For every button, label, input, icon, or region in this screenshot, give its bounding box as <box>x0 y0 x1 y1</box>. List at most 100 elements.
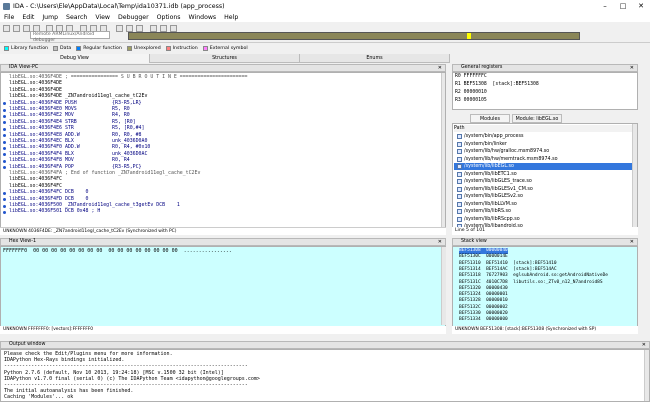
module-item[interactable]: /system/lib/hw/memtrack.msm8974.so <box>454 156 637 163</box>
general-registers[interactable]: R0 FFFFFFFC R1 BEF51308 [stack]:BEF51308… <box>452 72 638 110</box>
modules-header-path[interactable]: Path <box>454 125 637 132</box>
module-item[interactable]: /system/lib/libEGL.so <box>454 163 637 170</box>
close-icon[interactable]: ✕ <box>630 65 634 71</box>
breakpoint-dot-icon[interactable] <box>3 146 6 150</box>
breakpoint-dot-icon[interactable] <box>3 114 6 118</box>
legend-instruction: Instruction <box>165 45 198 51</box>
breakpoint-dot-icon[interactable] <box>3 140 6 144</box>
module-item[interactable]: /system/lib/libETC1.so <box>454 171 637 178</box>
hex-row[interactable]: FFFFFFF0 00 00 00 00 00 00 00 00 00 00 0… <box>3 248 232 254</box>
module-path: /system/bin/linker <box>464 141 507 147</box>
menu-bar: File Edit Jump Search View Debugger Opti… <box>0 12 650 22</box>
module-item[interactable]: /system/lib/hw/gralloc.msm8974.so <box>454 148 637 155</box>
legend-data: Data <box>53 45 71 51</box>
module-item[interactable]: /system/lib/libGLES_trace.so <box>454 178 637 185</box>
register-row[interactable]: R3 00000105 <box>455 98 487 104</box>
debugger-select[interactable]: Remote ARMLinux/Android debugger <box>30 31 110 43</box>
stack-row[interactable]: BEF5131C 4010C7D8 libutils.so:_ZTv0_n12_… <box>459 280 603 286</box>
module-item[interactable]: /system/bin/app_process <box>454 133 637 140</box>
menu-debugger[interactable]: Debugger <box>114 14 153 21</box>
module-item[interactable]: /system/lib/libGLESv1_CM.so <box>454 186 637 193</box>
module-path: /system/lib/libGLESv1_CM.so <box>464 186 533 192</box>
instruction-swatch <box>165 45 171 51</box>
output-window[interactable]: Please check the Edit/Plugins menu for m… <box>0 349 650 402</box>
tab-debug-view[interactable]: Debug View <box>0 54 150 63</box>
stack-view[interactable]: BEF51308 00000040 BEF5130C 0000014E BEF513… <box>452 246 638 333</box>
stack-row[interactable]: BEF5130C 0000014E <box>459 254 508 260</box>
save-icon[interactable] <box>13 25 20 32</box>
breakpoint-dot-icon[interactable] <box>3 198 6 202</box>
breakpoint-dot-icon[interactable] <box>3 159 6 163</box>
close-icon[interactable]: ✕ <box>438 239 442 245</box>
breakpoint-dot-icon[interactable] <box>3 134 6 138</box>
modules-scrollbar[interactable] <box>632 124 637 234</box>
menu-help[interactable]: Help <box>220 14 242 21</box>
breakpoint-dot-icon[interactable] <box>3 102 6 106</box>
stack-row[interactable]: BEF51314 BEF514AC [stack]:BEF514AC <box>459 267 557 273</box>
module-item[interactable]: /system/bin/linker <box>454 141 637 148</box>
stack-row[interactable]: BEF51320 00000430 <box>459 286 508 292</box>
breakpoint-dot-icon[interactable] <box>3 191 6 195</box>
menu-edit[interactable]: Edit <box>18 14 38 21</box>
hex-scrollbar[interactable] <box>441 247 446 325</box>
breakpoint-dot-icon[interactable] <box>3 204 6 208</box>
menu-jump[interactable]: Jump <box>38 14 62 21</box>
menu-file[interactable]: File <box>0 14 18 21</box>
close-icon[interactable]: ✕ <box>642 342 646 348</box>
disasm-line[interactable]: libEGL.so:4036F501 DCB 0x48 ; H <box>9 209 100 215</box>
module-item[interactable]: /system/lib/libRScpp.so <box>454 216 637 223</box>
navigation-band[interactable] <box>128 32 580 40</box>
stop-icon[interactable] <box>136 25 143 32</box>
back-icon[interactable] <box>23 25 30 32</box>
step-over-icon[interactable] <box>160 25 167 32</box>
menu-options[interactable]: Options <box>153 14 185 21</box>
menu-view[interactable]: View <box>91 14 114 21</box>
breakpoint-dot-icon[interactable] <box>3 121 6 125</box>
tab-structures[interactable]: Structures <box>150 54 300 63</box>
run-to-cursor-icon[interactable] <box>170 25 177 32</box>
breakpoint-dot-icon[interactable] <box>3 108 6 112</box>
output-line: ----------------------------------------… <box>4 363 248 370</box>
breakpoint-dot-icon[interactable] <box>3 153 6 157</box>
module-file-icon <box>457 134 462 139</box>
nav-position-marker <box>467 33 471 39</box>
register-row[interactable]: R2 00000010 <box>455 90 487 96</box>
maximize-button[interactable]: □ <box>614 0 632 12</box>
menu-windows[interactable]: Windows <box>185 14 221 21</box>
regular-swatch <box>76 45 82 51</box>
menu-search[interactable]: Search <box>62 14 91 21</box>
output-scrollbar[interactable] <box>644 350 649 401</box>
module-path: /system/lib/libETC1.so <box>464 171 517 177</box>
title-bar: IDA - C:\Users\Ele\AppData\Local\Temp\id… <box>0 0 650 12</box>
close-icon[interactable]: ✕ <box>438 65 442 71</box>
register-row[interactable]: R0 FFFFFFFC <box>455 74 487 80</box>
stack-row[interactable]: BEF51310 BEF51410 [stack]:BEF51410 <box>459 261 557 267</box>
open-icon[interactable] <box>3 25 10 32</box>
stack-row[interactable]: BEF51318 76727903 eglsubAndroid.so:getAn… <box>459 273 608 279</box>
breakpoint-dot-icon[interactable] <box>3 127 6 131</box>
play-icon[interactable] <box>116 25 123 32</box>
pause-icon[interactable] <box>126 25 133 32</box>
minimize-button[interactable]: – <box>596 0 614 12</box>
tab-enums[interactable]: Enums <box>300 54 450 63</box>
close-icon[interactable]: ✕ <box>630 239 634 245</box>
module-item[interactable]: /system/lib/libGLESv2.so <box>454 193 637 200</box>
module-item[interactable]: /system/lib/libRS.so <box>454 208 637 215</box>
step-into-icon[interactable] <box>150 25 157 32</box>
stack-row[interactable]: BEF51334 00000000 <box>459 317 508 323</box>
breakpoint-dot-icon[interactable] <box>3 166 6 170</box>
hex-view-titlebar: Hex View-1 ✕ <box>0 238 446 246</box>
stack-row[interactable]: BEF5132C 00000002 <box>459 305 508 311</box>
module-item[interactable]: /system/lib/libLLVM.so <box>454 201 637 208</box>
stack-row[interactable]: BEF51328 00000010 <box>459 298 508 304</box>
ida-view-status: UNKNOWN 4036F4DE: _ZN7android11egl_cache… <box>0 227 446 235</box>
breakpoint-dot-icon[interactable] <box>3 210 6 214</box>
close-button[interactable]: ✕ <box>632 0 650 12</box>
register-row[interactable]: R1 BEF51308 [stack]:BEF51308 <box>455 82 539 88</box>
tab-modules[interactable]: Modules <box>470 114 510 123</box>
ida-view-pc[interactable]: libEGL.so:4036F4DE ; ================ S … <box>0 72 446 234</box>
hex-view[interactable]: FFFFFFF0 00 00 00 00 00 00 00 00 00 00 0… <box>0 246 446 333</box>
stack-view-titlebar: Stack view ✕ <box>452 238 638 246</box>
ida-view-scrollbar[interactable] <box>441 73 445 233</box>
tab-module-libegl[interactable]: Module: libEGL.so <box>512 114 562 123</box>
